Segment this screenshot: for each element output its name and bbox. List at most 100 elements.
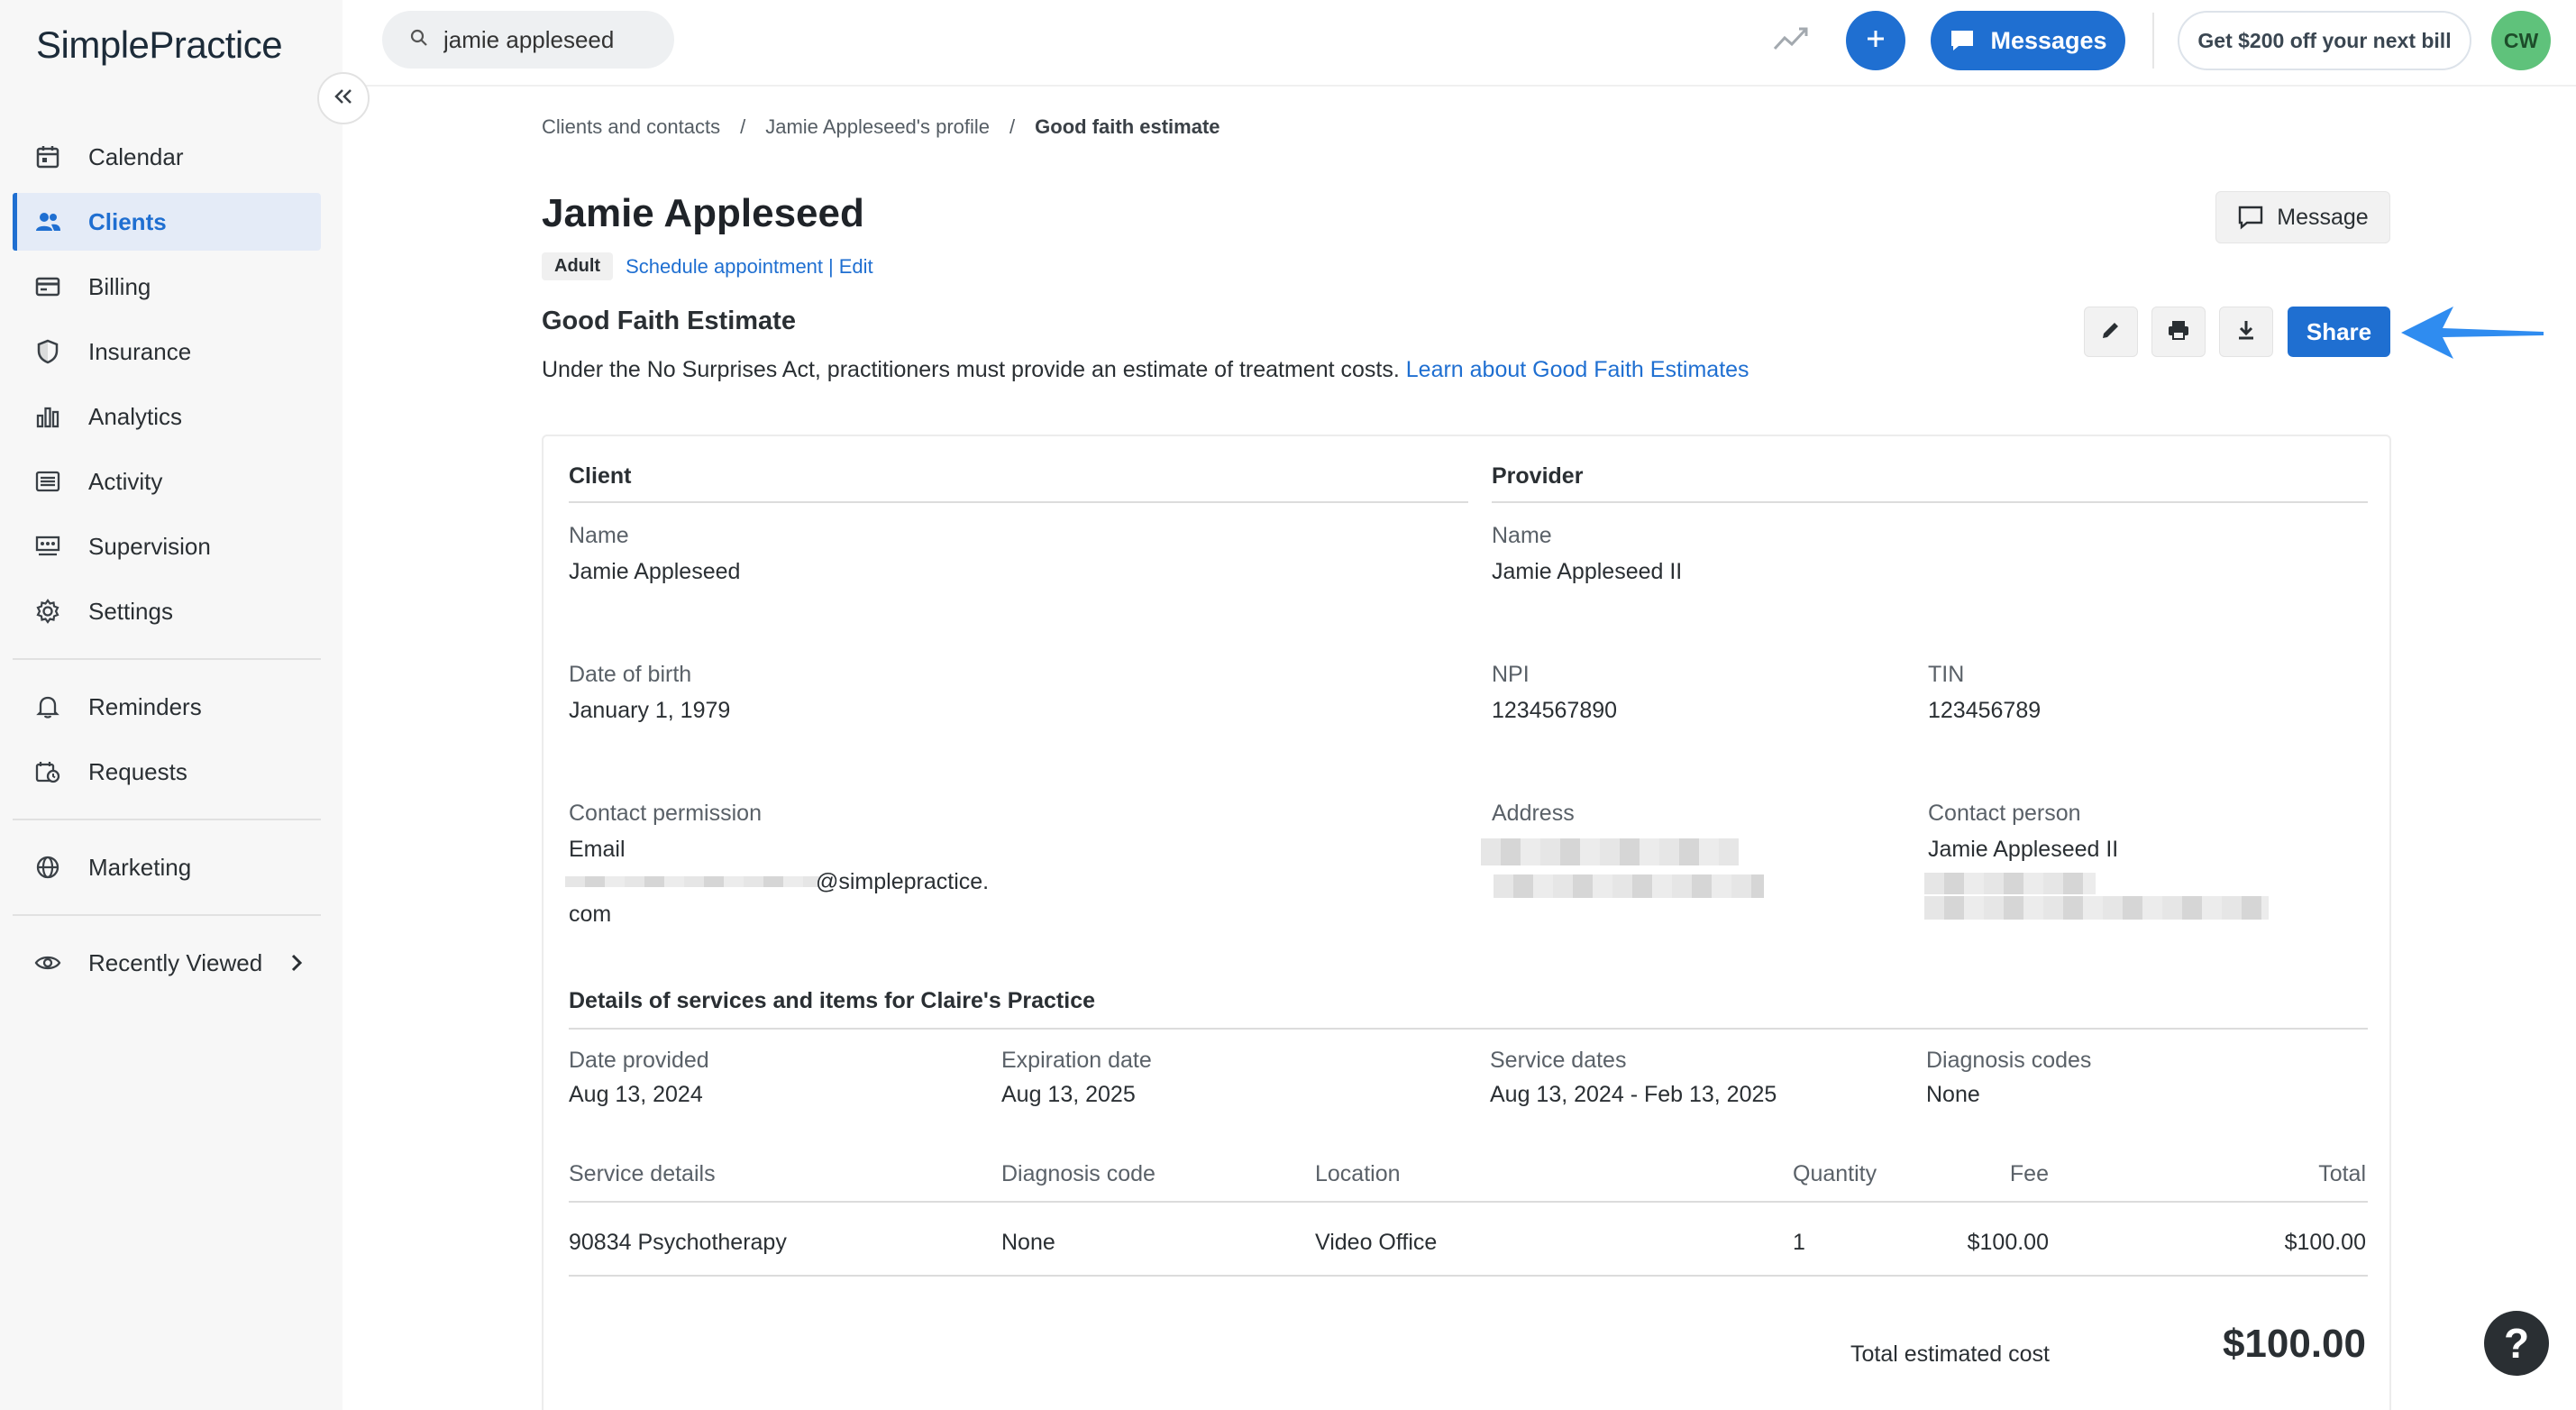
details-heading-divider — [569, 1028, 2368, 1030]
search-input[interactable] — [443, 25, 669, 54]
quantity-cell: 1 — [1793, 1230, 1805, 1255]
promo-button[interactable]: Get $200 off your next bill — [2178, 11, 2471, 70]
sidebar-item-requests[interactable]: Requests — [13, 743, 321, 801]
help-button[interactable]: ? — [2484, 1311, 2549, 1376]
provider-name-value: Jamie Appleseed II — [1492, 559, 1683, 584]
table-header-fee: Fee — [2009, 1161, 2049, 1186]
sidebar-divider — [13, 658, 321, 660]
analytics-icon — [32, 401, 63, 432]
sidebar-item-analytics[interactable]: Analytics — [13, 388, 321, 445]
sidebar-item-label: Clients — [88, 207, 167, 235]
client-type-badge: Adult — [542, 252, 614, 280]
total-estimated-cost-label: Total estimated cost — [1850, 1341, 2050, 1367]
add-button[interactable] — [1846, 11, 1905, 70]
sidebar-item-reminders[interactable]: Reminders — [13, 678, 321, 736]
breadcrumb-separator: / — [740, 115, 746, 138]
sidebar-divider — [13, 914, 321, 916]
trend-icon[interactable] — [1772, 22, 1810, 59]
email-domain-value: @simplepractice. — [816, 869, 990, 894]
sidebar-item-label: Requests — [88, 757, 187, 785]
table-header-location: Location — [1315, 1161, 1401, 1186]
diagnosis-codes-label: Diagnosis codes — [1926, 1048, 2092, 1073]
total-cell: $100.00 — [2284, 1230, 2366, 1255]
message-button-label: Message — [2277, 204, 2369, 230]
sidebar-item-insurance[interactable]: Insurance — [13, 323, 321, 380]
clients-icon — [32, 206, 63, 237]
sidebar-item-calendar[interactable]: Calendar — [13, 128, 321, 186]
table-row-divider — [569, 1275, 2368, 1277]
sidebar-item-label: Supervision — [88, 532, 211, 560]
collapse-sidebar-button[interactable] — [317, 72, 370, 124]
sidebar-nav: Calendar Clients Billing Insurance Analy… — [13, 128, 321, 999]
redacted-email — [565, 876, 819, 887]
sidebar-item-label: Marketing — [88, 853, 192, 881]
download-estimate-button[interactable] — [2219, 307, 2273, 357]
pencil-icon — [2099, 318, 2123, 346]
table-header-divider — [569, 1201, 2368, 1203]
dob-label: Date of birth — [569, 662, 692, 687]
client-name-label: Name — [569, 523, 629, 548]
redacted-contact — [1924, 873, 2096, 894]
bell-icon — [32, 691, 63, 722]
table-header-service-details: Service details — [569, 1161, 716, 1186]
table-header-diagnosis-code: Diagnosis code — [1001, 1161, 1156, 1186]
sidebar-item-activity[interactable]: Activity — [13, 453, 321, 510]
sidebar-item-clients[interactable]: Clients — [13, 193, 321, 251]
date-provided-label: Date provided — [569, 1048, 709, 1073]
sidebar-item-label: Calendar — [88, 142, 184, 170]
gear-icon — [32, 596, 63, 627]
estimate-description-text: Under the No Surprises Act, practitioner… — [542, 357, 1400, 382]
share-button[interactable]: Share — [2288, 307, 2390, 357]
sidebar-item-supervision[interactable]: Supervision — [13, 517, 321, 575]
download-icon — [2235, 318, 2257, 346]
edit-client-link[interactable]: Edit — [839, 255, 873, 279]
edit-estimate-button[interactable] — [2084, 307, 2138, 357]
service-dates-label: Service dates — [1490, 1048, 1627, 1073]
search-bar[interactable] — [382, 11, 674, 69]
avatar[interactable]: CW — [2491, 11, 2551, 70]
print-estimate-button[interactable] — [2151, 307, 2206, 357]
provider-heading: Provider — [1492, 463, 1584, 489]
double-chevron-left-icon — [332, 87, 355, 111]
sidebar-item-label: Recently Viewed — [88, 948, 263, 976]
breadcrumb-link-clients[interactable]: Clients and contacts — [542, 115, 720, 139]
sidebar-item-marketing[interactable]: Marketing — [13, 838, 321, 896]
requests-icon — [32, 756, 63, 787]
tin-label: TIN — [1928, 662, 1965, 687]
provider-heading-divider — [1492, 501, 2368, 503]
estimate-title: Good Faith Estimate — [542, 307, 796, 335]
details-heading: Details of services and items for Claire… — [569, 988, 1095, 1013]
billing-icon — [32, 271, 63, 302]
learn-good-faith-link[interactable]: Learn about Good Faith Estimates — [1406, 357, 1749, 382]
table-header-total: Total — [2318, 1161, 2366, 1186]
supervision-icon — [32, 531, 63, 562]
sidebar-item-billing[interactable]: Billing — [13, 258, 321, 316]
messages-button[interactable]: Messages — [1931, 11, 2125, 70]
expiration-date-value: Aug 13, 2025 — [1001, 1082, 1136, 1107]
chat-icon — [1949, 28, 1976, 53]
chevron-right-icon — [285, 950, 308, 980]
expiration-date-label: Expiration date — [1001, 1048, 1152, 1073]
sidebar: SimplePractice Calendar Clients Billing … — [0, 0, 343, 1410]
total-estimated-cost-value: $100.00 — [2222, 1322, 2366, 1366]
sidebar-item-settings[interactable]: Settings — [13, 582, 321, 640]
app-logo[interactable]: SimplePractice — [36, 23, 283, 67]
tin-value: 123456789 — [1928, 698, 2042, 723]
sidebar-item-label: Settings — [88, 597, 173, 625]
client-subinfo: Adult Schedule appointment | Edit — [542, 252, 873, 280]
message-client-button[interactable]: Message — [2215, 191, 2390, 243]
address-label: Address — [1492, 801, 1575, 826]
link-separator: | — [828, 254, 834, 278]
service-dates-value: Aug 13, 2024 - Feb 13, 2025 — [1490, 1082, 1777, 1107]
calendar-icon — [32, 142, 63, 172]
eye-icon — [32, 948, 63, 978]
location-cell: Video Office — [1315, 1230, 1438, 1255]
sidebar-item-recently-viewed[interactable]: Recently Viewed — [13, 934, 321, 992]
messages-label: Messages — [1990, 26, 2107, 54]
schedule-appointment-link[interactable]: Schedule appointment — [626, 255, 823, 279]
estimate-card: Client Provider Name Jamie Appleseed Nam… — [542, 435, 2391, 1410]
date-provided-value: Aug 13, 2024 — [569, 1082, 703, 1107]
npi-label: NPI — [1492, 662, 1530, 687]
breadcrumb-link-profile[interactable]: Jamie Appleseed's profile — [765, 115, 990, 139]
search-icon — [409, 28, 429, 52]
